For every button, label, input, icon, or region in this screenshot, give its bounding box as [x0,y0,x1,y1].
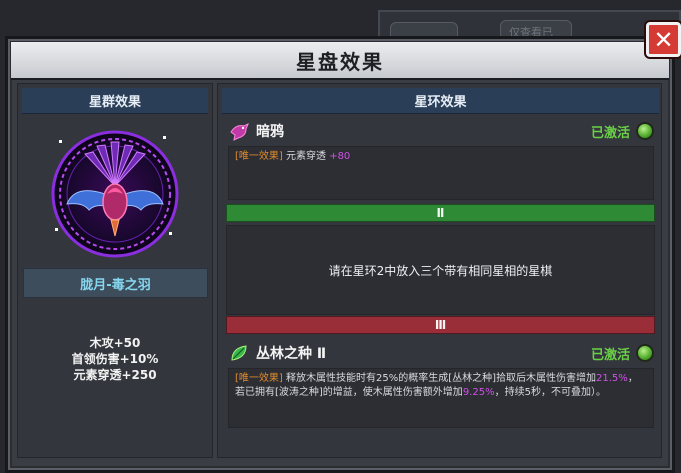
entry-name: 暗鸦 [256,124,284,140]
stat-wood-attack: 木攻+50 [89,336,141,350]
stat-boss-damage: 首领伤害+10% [71,352,159,366]
active-indicator-icon [636,122,654,140]
entry-row: 暗鸦 已激活 [228,118,654,144]
close-button[interactable]: ✕ [646,22,681,57]
requirement-text: 请在星环2中放入三个带有相同星相的星棋 [328,263,553,278]
dialog-header: 星盘效果 [11,42,669,80]
group-effect-header: 星群效果 [22,88,208,114]
ring-2-label: Ⅱ [436,206,445,220]
dialog-title: 星盘效果 [296,49,384,74]
ring-3-band: Ⅲ [226,316,655,334]
close-icon: ✕ [653,25,674,54]
constellation-emblem-icon [45,124,185,264]
ring-2-requirement: 请在星环2中放入三个带有相同星相的星棋 [226,225,655,315]
unique-effect-tag: [唯一效果] [235,373,283,384]
ring-entry-crow: 暗鸦 已激活 [唯一效果] 元素穿透 +80 [228,118,654,200]
ring-3-label: Ⅲ [434,318,447,332]
effect-value: 9.25% [462,387,495,398]
group-stat-list: 木攻+50 首领伤害+10% 元素穿透+250 [17,335,213,383]
status-label: 已激活 [590,347,630,363]
ring-entry-jungle-seed: 丛林之种 Ⅱ 已激活 [唯一效果] 释放木属性技能时有25%的概率生成[丛林之种… [228,340,654,428]
effect-text: ，持续5秒，不可叠加）。 [494,387,606,398]
crow-icon [230,122,249,141]
effect-description: [唯一效果] 元素穿透 +80 [228,146,654,200]
effect-value: +80 [329,151,351,162]
unique-effect-tag: [唯一效果] [235,151,283,162]
star-ring-panel: 星环效果 暗鸦 已激活 [唯一效果] 元素穿透 +80 Ⅱ 请在星环2中放入三个… [217,83,662,458]
effect-description: [唯一效果] 释放木属性技能时有25%的概率生成[丛林之种]拾取后木属性伤害增加… [228,368,654,428]
ring-2-band: Ⅱ [226,204,655,222]
constellation-name: 胧月-毒之羽 [80,277,151,293]
stat-element-penetration: 元素穿透+250 [73,368,157,382]
status-label: 已激活 [590,125,630,141]
constellation-name-plate: 胧月-毒之羽 [23,268,208,298]
entry-row: 丛林之种 Ⅱ 已激活 [228,340,654,366]
effect-text: 元素穿透 [286,151,326,162]
active-indicator-icon [636,344,654,362]
entry-name: 丛林之种 Ⅱ [256,346,327,362]
effect-text: 释放木属性技能时有25%的概率生成[丛林之种]拾取后木属性伤害增加 [286,373,597,384]
effect-value: 21.5% [596,373,628,384]
ring-effect-header: 星环效果 [222,88,659,114]
leaf-seed-icon [231,345,247,361]
